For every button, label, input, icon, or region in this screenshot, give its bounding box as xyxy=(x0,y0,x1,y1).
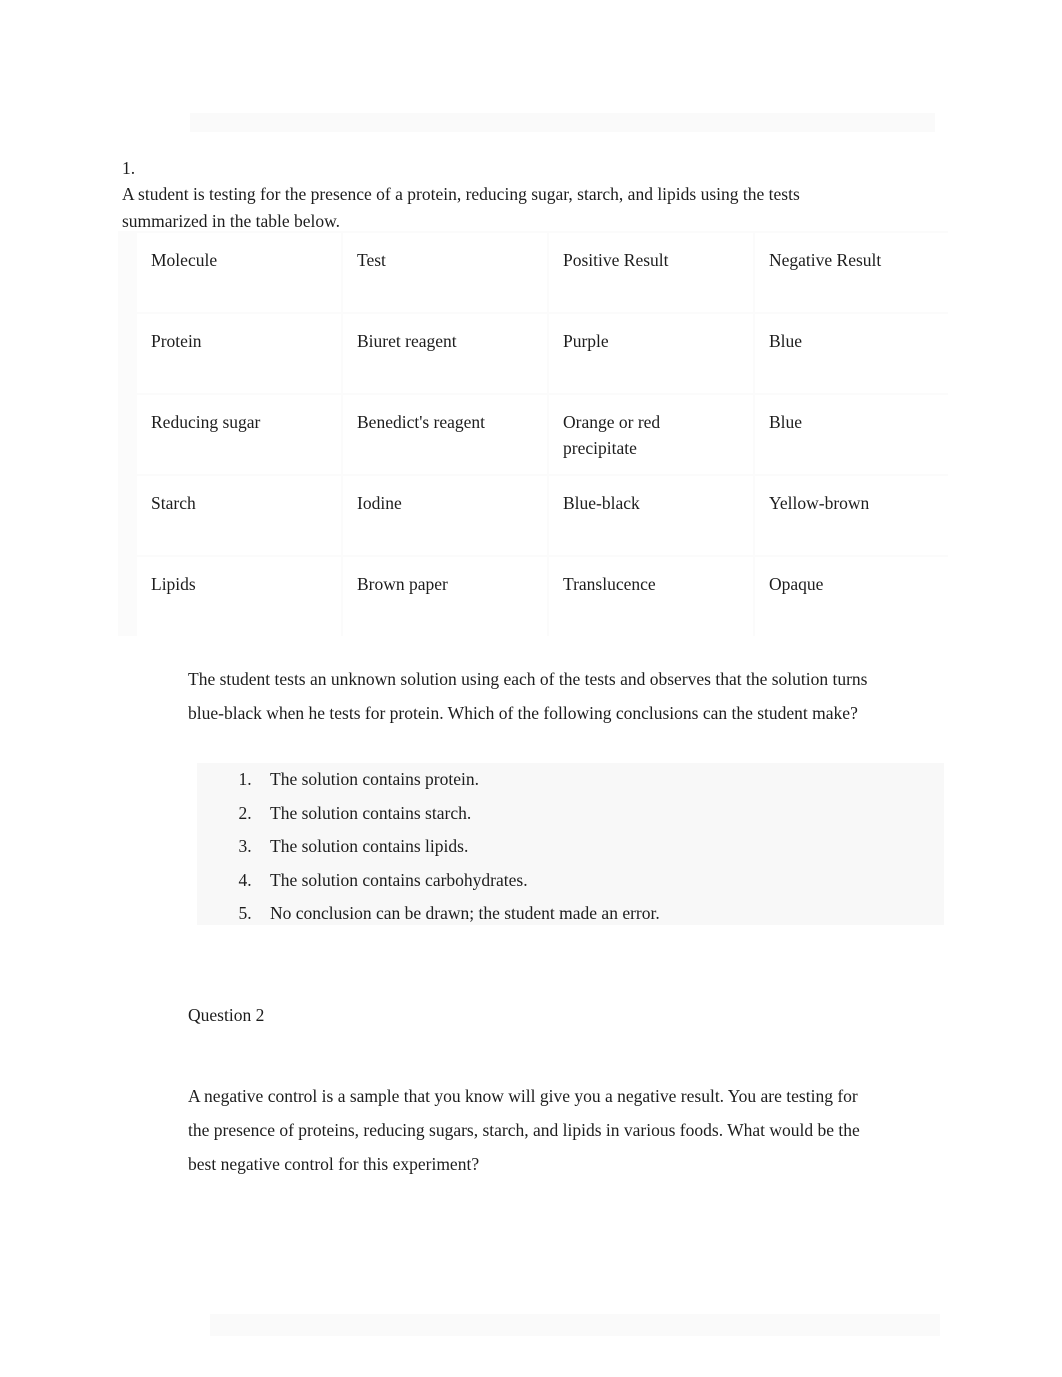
cell-test: Iodine xyxy=(343,476,547,555)
cell-positive-result: Translucence xyxy=(549,557,753,636)
header-molecule: Molecule xyxy=(151,250,218,270)
test-value: Brown paper xyxy=(357,574,448,594)
table-row: Protein Biuret reagent Purple Blue xyxy=(137,314,955,393)
table-header-row: Molecule Test Positive Result Negative R… xyxy=(137,233,955,312)
cell-negative-result: Opaque xyxy=(755,557,955,636)
molecule-value: Reducing sugar xyxy=(151,412,261,432)
cell-molecule: Starch xyxy=(137,476,341,555)
page-footer-band xyxy=(210,1314,940,1336)
molecule-value: Starch xyxy=(151,493,196,513)
question-1-stem-block: The student tests an unknown solution us… xyxy=(188,663,888,730)
table-row: Reducing sugar Benedict's reagent Orange… xyxy=(137,395,955,474)
cell-test: Benedict's reagent xyxy=(343,395,547,474)
question-number: 1. xyxy=(122,158,136,178)
question-2-title: Question 2 xyxy=(188,1005,265,1025)
question-2-body: A negative control is a sample that you … xyxy=(188,1086,860,1174)
cell-test: Brown paper xyxy=(343,557,547,636)
table-header-cell-negative: Negative Result xyxy=(755,233,955,312)
document-page: 1. A student is testing for the presence… xyxy=(0,0,1062,1377)
molecule-test-table-container: Molecule Test Positive Result Negative R… xyxy=(118,231,955,636)
list-item[interactable]: The solution contains lipids. xyxy=(256,830,956,864)
list-item[interactable]: The solution contains protein. xyxy=(256,763,956,797)
molecule-test-table: Molecule Test Positive Result Negative R… xyxy=(135,231,957,638)
question-stem: The student tests an unknown solution us… xyxy=(188,669,868,723)
cell-negative-result: Blue xyxy=(755,314,955,393)
negative-result-value: Yellow-brown xyxy=(769,493,870,513)
table-header-cell-molecule: Molecule xyxy=(137,233,341,312)
question-2-block: Question 2 A negative control is a sampl… xyxy=(188,1002,888,1181)
cell-molecule: Lipids xyxy=(137,557,341,636)
cell-negative-result: Yellow-brown xyxy=(755,476,955,555)
question-intro-text: A student is testing for the presence of… xyxy=(122,184,800,231)
list-item[interactable]: The solution contains starch. xyxy=(256,797,956,831)
cell-positive-result: Orange or red precipitate xyxy=(549,395,753,474)
molecule-value: Protein xyxy=(151,331,202,351)
positive-result-value: Orange or red xyxy=(563,412,661,432)
cell-molecule: Reducing sugar xyxy=(137,395,341,474)
table-header-cell-positive: Positive Result xyxy=(549,233,753,312)
positive-result-value: Blue-black xyxy=(563,493,640,513)
positive-result-value: Purple xyxy=(563,331,609,351)
cell-molecule: Protein xyxy=(137,314,341,393)
molecule-value: Lipids xyxy=(151,574,196,594)
test-value: Iodine xyxy=(357,493,402,513)
cell-positive-result: Purple xyxy=(549,314,753,393)
header-test: Test xyxy=(357,250,386,270)
list-item[interactable]: No conclusion can be drawn; the student … xyxy=(256,897,956,931)
test-value: Benedict's reagent xyxy=(357,412,486,432)
header-positive-result: Positive Result xyxy=(563,250,669,270)
cell-negative-result: Blue xyxy=(755,395,955,474)
table-header-cell-test: Test xyxy=(343,233,547,312)
positive-result-value: Translucence xyxy=(563,574,656,594)
cell-test: Biuret reagent xyxy=(343,314,547,393)
test-value: Biuret reagent xyxy=(357,331,457,351)
header-negative-result: Negative Result xyxy=(769,250,882,270)
table-row: Lipids Brown paper Translucence Opaque xyxy=(137,557,955,636)
negative-result-value: Blue xyxy=(769,412,803,432)
cell-positive-result: Blue-black xyxy=(549,476,753,555)
table-row: Starch Iodine Blue-black Yellow-brown xyxy=(137,476,955,555)
answer-choices-list: The solution contains protein. The solut… xyxy=(214,763,956,931)
negative-result-value: Opaque xyxy=(769,574,824,594)
page-header-band xyxy=(190,113,935,132)
list-item[interactable]: The solution contains carbohydrates. xyxy=(256,864,956,898)
positive-result-value-cont: precipitate xyxy=(563,438,637,458)
question-1-header: 1. A student is testing for the presence… xyxy=(122,155,952,234)
negative-result-value: Blue xyxy=(769,331,803,351)
